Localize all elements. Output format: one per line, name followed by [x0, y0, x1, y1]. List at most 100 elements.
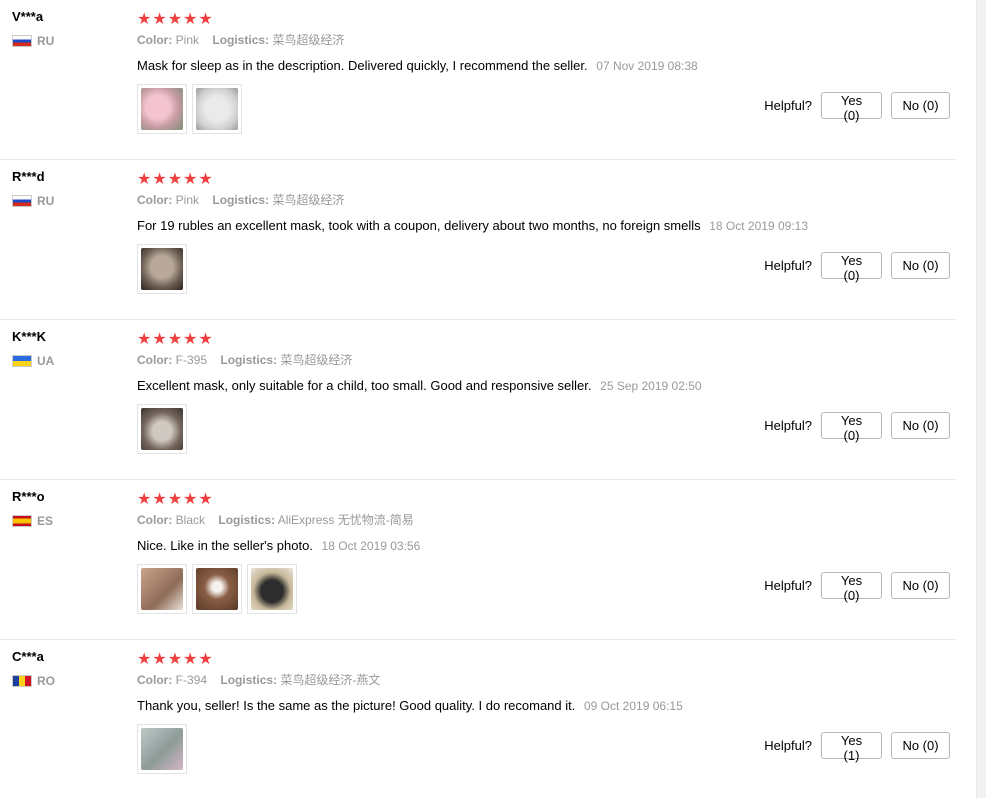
logistics-value: AliExpress 无忧物流-简易 — [277, 513, 414, 527]
review-date: 07 Nov 2019 08:38 — [596, 59, 698, 73]
order-info: Color: Pink Logistics: 菜鸟超级经济 — [137, 193, 957, 207]
country-code: RO — [37, 674, 55, 688]
helpful-vote: Helpful? Yes (0) No (0) — [764, 92, 950, 123]
review-text-row: For 19 rubles an excellent mask, took wi… — [137, 218, 957, 234]
reviewer-name: R***d — [12, 169, 45, 184]
color-label: Color: — [137, 33, 173, 47]
review-list: V***a RU ★★★★★ Color: Pink Logistics: 菜鸟… — [0, 0, 956, 798]
helpful-label: Helpful? — [764, 258, 812, 273]
russia-flag-icon — [12, 35, 32, 47]
review-text: For 19 rubles an excellent mask, took wi… — [137, 218, 701, 233]
helpful-vote: Helpful? Yes (0) No (0) — [764, 572, 950, 603]
review-photo[interactable] — [137, 724, 187, 774]
helpful-label: Helpful? — [764, 98, 812, 113]
logistics-value: 菜鸟超级经济 — [280, 353, 353, 367]
color-value: Pink — [175, 33, 200, 47]
review-item: K***K UA ★★★★★ Color: F-395 Logistics: 菜… — [0, 320, 956, 480]
star-rating: ★★★★★ — [137, 491, 214, 508]
helpful-yes-button[interactable]: Yes (0) — [821, 252, 882, 283]
country-code: RU — [37, 194, 55, 208]
review-photo[interactable] — [137, 84, 187, 134]
helpful-no-button[interactable]: No (0) — [891, 92, 950, 119]
helpful-vote: Helpful? Yes (0) No (0) — [764, 252, 950, 283]
helpful-yes-button[interactable]: Yes (0) — [821, 92, 882, 123]
helpful-vote: Helpful? Yes (0) No (0) — [764, 412, 950, 443]
review-date: 09 Oct 2019 06:15 — [584, 699, 683, 713]
helpful-no-button[interactable]: No (0) — [891, 572, 950, 599]
reviewer-country: RO — [12, 674, 122, 688]
spain-flag-icon — [12, 515, 32, 527]
review-date: 25 Sep 2019 02:50 — [600, 379, 702, 393]
review-photo[interactable] — [137, 244, 187, 294]
reviewer-info: C***a RO — [12, 649, 122, 688]
color-label: Color: — [137, 513, 173, 527]
ukraine-flag-icon — [12, 355, 32, 367]
review-text: Excellent mask, only suitable for a chil… — [137, 378, 592, 393]
color-label: Color: — [137, 353, 173, 367]
logistics-label: Logistics: — [220, 673, 278, 687]
review-photo[interactable] — [192, 84, 242, 134]
helpful-no-button[interactable]: No (0) — [891, 412, 950, 439]
review-item: C***a RO ★★★★★ Color: F-394 Logistics: 菜… — [0, 640, 956, 798]
review-text-row: Excellent mask, only suitable for a chil… — [137, 378, 957, 394]
reviewer-country: RU — [12, 34, 122, 48]
helpful-yes-button[interactable]: Yes (0) — [821, 412, 882, 443]
star-rating: ★★★★★ — [137, 331, 214, 348]
star-rating: ★★★★★ — [137, 171, 214, 188]
review-photo[interactable] — [137, 564, 187, 614]
reviewer-name: R***o — [12, 489, 45, 504]
review-photo[interactable] — [192, 564, 242, 614]
reviewer-info: R***o ES — [12, 489, 122, 528]
review-item: R***o ES ★★★★★ Color: Black Logistics: A… — [0, 480, 956, 640]
review-text: Mask for sleep as in the description. De… — [137, 58, 588, 73]
review-date: 18 Oct 2019 03:56 — [321, 539, 421, 553]
page-scrollbar[interactable] — [976, 0, 986, 798]
country-code: UA — [37, 354, 55, 368]
helpful-vote: Helpful? Yes (1) No (0) — [764, 732, 950, 763]
russia-flag-icon — [12, 195, 32, 207]
review-text-row: Nice. Like in the seller's photo. 18 Oct… — [137, 538, 957, 554]
order-info: Color: F-394 Logistics: 菜鸟超级经济-燕文 — [137, 673, 957, 687]
review-text-row: Mask for sleep as in the description. De… — [137, 58, 957, 74]
reviewer-country: ES — [12, 514, 122, 528]
reviewer-name: C***a — [12, 649, 44, 664]
color-value: Black — [175, 513, 206, 527]
reviewer-country: RU — [12, 194, 122, 208]
review-item: V***a RU ★★★★★ Color: Pink Logistics: 菜鸟… — [0, 0, 956, 160]
reviewer-country: UA — [12, 354, 122, 368]
country-code: RU — [37, 34, 55, 48]
order-info: Color: Black Logistics: AliExpress 无忧物流-… — [137, 513, 957, 527]
logistics-label: Logistics: — [212, 193, 270, 207]
color-value: Pink — [175, 193, 200, 207]
review-photo[interactable] — [247, 564, 297, 614]
logistics-label: Logistics: — [220, 353, 278, 367]
helpful-yes-button[interactable]: Yes (0) — [821, 572, 882, 603]
order-info: Color: F-395 Logistics: 菜鸟超级经济 — [137, 353, 957, 367]
reviewer-info: V***a RU — [12, 9, 122, 48]
logistics-value: 菜鸟超级经济 — [272, 33, 345, 47]
review-photo[interactable] — [137, 404, 187, 454]
helpful-label: Helpful? — [764, 418, 812, 433]
reviewer-info: K***K UA — [12, 329, 122, 368]
color-label: Color: — [137, 673, 173, 687]
logistics-value: 菜鸟超级经济 — [272, 193, 345, 207]
review-date: 18 Oct 2019 09:13 — [709, 219, 808, 233]
reviewer-info: R***d RU — [12, 169, 122, 208]
color-value: F-395 — [175, 353, 208, 367]
romania-flag-icon — [12, 675, 32, 687]
helpful-no-button[interactable]: No (0) — [891, 252, 950, 279]
star-rating: ★★★★★ — [137, 11, 214, 28]
reviewer-name: V***a — [12, 9, 44, 24]
helpful-yes-button[interactable]: Yes (1) — [821, 732, 882, 763]
review-text: Nice. Like in the seller's photo. — [137, 538, 313, 553]
star-rating: ★★★★★ — [137, 651, 214, 668]
reviewer-name: K***K — [12, 329, 46, 344]
helpful-no-button[interactable]: No (0) — [891, 732, 950, 759]
logistics-label: Logistics: — [218, 513, 276, 527]
country-code: ES — [37, 514, 54, 528]
review-text: Thank you, seller! Is the same as the pi… — [137, 698, 576, 713]
logistics-label: Logistics: — [212, 33, 270, 47]
review-item: R***d RU ★★★★★ Color: Pink Logistics: 菜鸟… — [0, 160, 956, 320]
review-text-row: Thank you, seller! Is the same as the pi… — [137, 698, 957, 714]
helpful-label: Helpful? — [764, 738, 812, 753]
